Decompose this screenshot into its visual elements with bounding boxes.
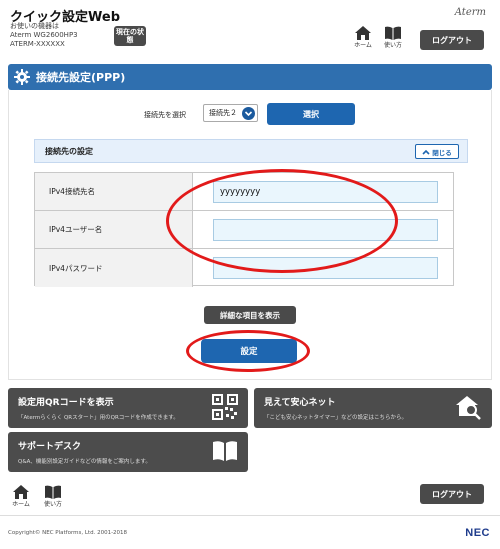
card-title: サポートデスク (18, 442, 82, 452)
highlight-ellipse (186, 330, 310, 372)
section-title: 接続先設定(PPP) (36, 71, 126, 84)
home-label: ホーム (354, 42, 372, 49)
device-name: ATERM-XXXXXX (10, 40, 65, 48)
book-icon (45, 485, 61, 499)
collapse-label: 閉じる (432, 148, 452, 157)
card-desc: 「こども安心ネットタイマー」などの設定はこちらから。 (264, 415, 408, 421)
manual-nav[interactable]: 使い方 (380, 26, 406, 49)
book-icon (385, 26, 401, 40)
form-label: IPv4接続先名 (35, 173, 193, 210)
home-icon (355, 26, 371, 40)
select-button[interactable]: 選択 (267, 103, 355, 125)
footer-logout-button[interactable]: ログアウト (420, 484, 484, 504)
device-model: Aterm WG2600HP3 (10, 31, 78, 39)
safety-net-card[interactable]: 見えて安心ネット 「こども安心ネットタイマー」などの設定はこちらから。 (254, 388, 492, 428)
connection-settings-header: 接続先の設定 閉じる (34, 139, 468, 163)
house-search-icon (456, 396, 481, 420)
home-label: ホーム (12, 501, 30, 508)
qr-code-card[interactable]: 設定用QRコードを表示 「Atermらくらく QRスタート」用のQRコードを作成… (8, 388, 248, 428)
chevron-down-icon (242, 107, 255, 120)
card-title: 見えて安心ネット (264, 398, 336, 408)
show-details-button[interactable]: 詳細な項目を表示 (204, 306, 296, 324)
gear-icon (14, 69, 30, 85)
card-title: 設定用QRコードを表示 (18, 398, 114, 408)
qr-code-icon (212, 394, 238, 420)
connection-select-value: 接続先２ (209, 109, 237, 117)
connection-select-label: 接続先を選択 (144, 111, 186, 119)
current-status-button[interactable]: 現在の状態 (114, 26, 146, 46)
logout-button[interactable]: ログアウト (420, 30, 484, 50)
card-desc: 「Atermらくらく QRスタート」用のQRコードを作成できます。 (18, 415, 179, 421)
copyright: Copyright© NEC Platforms, Ltd. 2001-2018 (8, 530, 128, 536)
section-header: 接続先設定(PPP) (8, 64, 492, 90)
highlight-ellipse (166, 169, 398, 273)
support-desk-card[interactable]: サポートデスク Q&A、機能別設定ガイドなどの情報をご案内します。 (8, 432, 248, 472)
home-nav[interactable]: ホーム (350, 26, 376, 49)
manual-label: 使い方 (43, 501, 62, 508)
brand-logo: Aterm (454, 7, 486, 18)
footer-manual-nav[interactable]: 使い方 (40, 485, 66, 508)
footer-home-nav[interactable]: ホーム (8, 485, 34, 508)
footer-divider (0, 515, 500, 516)
home-icon (13, 485, 29, 499)
chevron-up-icon (422, 149, 430, 155)
connection-select[interactable]: 接続先２ (203, 104, 258, 122)
card-desc: Q&A、機能別設定ガイドなどの情報をご案内します。 (18, 459, 151, 465)
book-icon (213, 441, 237, 461)
vendor-logo: NEC (465, 527, 490, 539)
connection-settings-title: 接続先の設定 (45, 146, 93, 156)
manual-label: 使い方 (383, 42, 402, 49)
collapse-button[interactable]: 閉じる (415, 144, 459, 159)
form-label: IPv4パスワード (35, 249, 193, 287)
device-prefix: お使いの機器は (10, 22, 59, 30)
